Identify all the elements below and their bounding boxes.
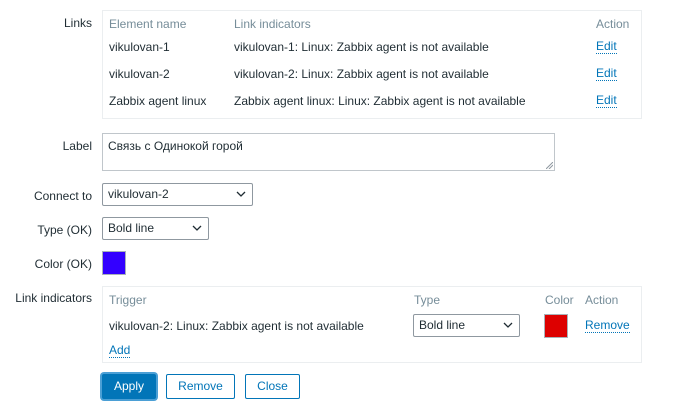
link-element-name: Zabbix agent linux <box>109 94 207 108</box>
connect-to-label: Connect to <box>33 189 92 203</box>
type-ok-label: Type (OK) <box>37 223 92 237</box>
link-indicators-label: Link indicators <box>15 291 92 305</box>
apply-button[interactable]: Apply <box>102 374 156 399</box>
color-ok-label: Color (OK) <box>34 257 92 271</box>
chevron-down-icon <box>503 322 513 328</box>
links-header-element-name: Element name <box>109 17 187 31</box>
indicators-header-trigger: Trigger <box>109 293 147 307</box>
chevron-down-icon <box>192 225 202 231</box>
link-indicators-table: Trigger Type Color Action vikulovan-2: L… <box>102 286 642 363</box>
link-element-name: vikulovan-1 <box>109 40 170 54</box>
link-element-name: vikulovan-2 <box>109 67 170 81</box>
remove-button[interactable]: Remove <box>166 374 235 399</box>
edit-link-button[interactable]: Edit <box>596 40 617 54</box>
indicators-header-color: Color <box>545 293 574 307</box>
label-field-label: Label <box>62 139 92 153</box>
type-ok-select[interactable]: Bold line <box>102 217 209 240</box>
link-indicator: Zabbix agent linux: Linux: Zabbix agent … <box>234 94 526 108</box>
close-button[interactable]: Close <box>245 374 300 399</box>
chevron-down-icon <box>236 191 246 197</box>
indicators-header-action: Action <box>585 293 619 307</box>
links-table: Element name Link indicators Action viku… <box>102 10 642 119</box>
edit-link-button[interactable]: Edit <box>596 67 617 81</box>
indicator-trigger: vikulovan-2: Linux: Zabbix agent is not … <box>109 319 364 333</box>
indicator-color-swatch[interactable] <box>544 314 568 338</box>
links-header-action: Action <box>596 17 630 31</box>
label-textarea-value: Связь с Одинокой горой <box>108 139 243 153</box>
links-label: Links <box>63 16 92 30</box>
link-indicator: vikulovan-2: Linux: Zabbix agent is not … <box>234 67 489 81</box>
resize-grip-icon[interactable] <box>546 162 553 169</box>
remove-indicator-button[interactable]: Remove <box>585 319 630 333</box>
links-header-link-indicators: Link indicators <box>234 17 311 31</box>
type-ok-value: Bold line <box>108 221 155 235</box>
color-ok-swatch[interactable] <box>102 251 126 275</box>
indicators-header-type: Type <box>414 293 441 307</box>
link-indicator: vikulovan-1: Linux: Zabbix agent is not … <box>234 40 489 54</box>
edit-link-button[interactable]: Edit <box>596 94 617 108</box>
connect-to-select[interactable]: vikulovan-2 <box>102 183 253 206</box>
label-textarea[interactable]: Связь с Одинокой горой <box>102 133 555 171</box>
indicator-type-select[interactable]: Bold line <box>413 314 520 337</box>
add-indicator-button[interactable]: Add <box>109 344 131 358</box>
connect-to-value: vikulovan-2 <box>108 187 169 201</box>
indicator-type-value: Bold line <box>419 318 466 332</box>
